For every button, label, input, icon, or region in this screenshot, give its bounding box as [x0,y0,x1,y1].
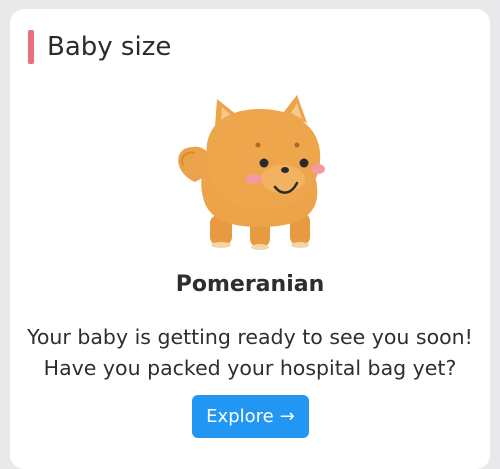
message-line-2: Have you packed your hospital bag yet? [43,356,457,380]
message-line-1: Your baby is getting ready to see you so… [27,325,473,349]
explore-button-label: Explore [206,406,274,427]
accent-bar [28,30,34,64]
baby-size-card: Baby size Pomeranian Your baby is gettin… [10,9,490,469]
explore-button[interactable]: Explore → [192,395,309,438]
card-title: Baby size [47,32,172,62]
baby-size-message: Your baby is getting ready to see you so… [10,322,490,384]
baby-size-name: Pomeranian [175,272,325,297]
pomeranian-dog-icon [165,87,340,257]
arrow-right-icon: → [279,406,295,427]
card-header: Baby size [28,30,171,64]
